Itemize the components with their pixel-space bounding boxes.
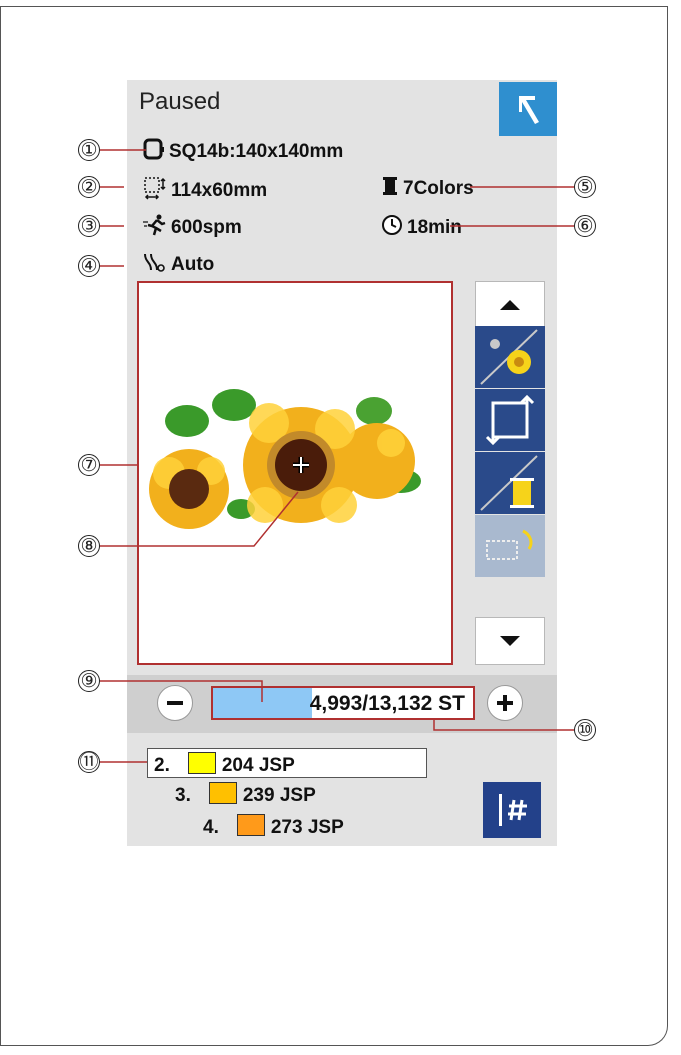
callout-10: ⑩ (574, 719, 596, 741)
callout-8: ⑧ (78, 535, 100, 557)
callout-1: ① (78, 139, 100, 161)
callout-11: ⑪ (78, 751, 100, 773)
callout-6: ⑥ (574, 215, 596, 237)
callout-5: ⑤ (574, 176, 596, 198)
callout-2: ② (78, 176, 100, 198)
callout-3: ③ (78, 215, 100, 237)
callout-7: ⑦ (78, 454, 100, 476)
callout-4: ④ (78, 255, 100, 277)
callout-leaders (100, 149, 574, 763)
callout-9: ⑨ (78, 670, 100, 692)
